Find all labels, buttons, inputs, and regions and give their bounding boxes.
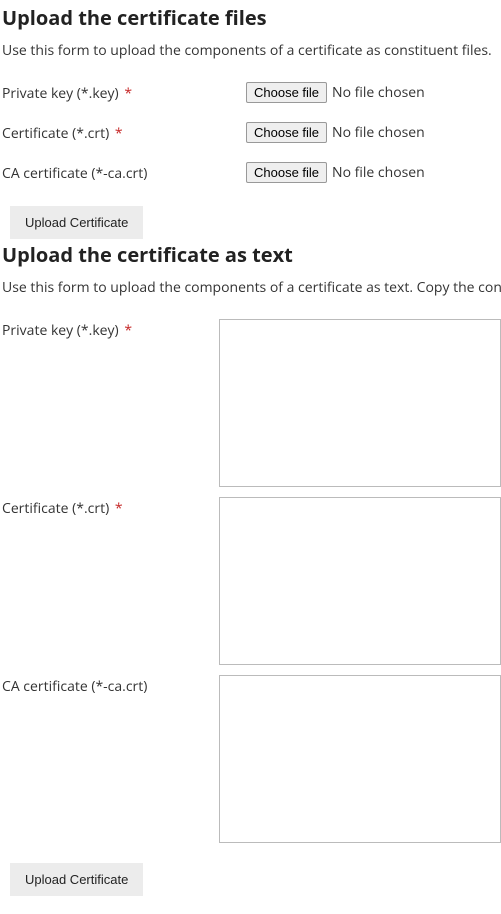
row-ca-certificate-text: CA certificate (*-ca.crt) [2,675,501,843]
upload-certificate-text-button[interactable]: Upload Certificate [10,863,143,896]
choose-file-private-key[interactable]: Choose file [246,82,327,103]
required-marker: * [124,84,132,103]
label-ca-certificate-file: CA certificate (*-ca.crt) [2,162,246,183]
textarea-ca-certificate[interactable] [219,675,501,843]
choose-file-certificate[interactable]: Choose file [246,122,327,143]
row-private-key-text: Private key (*.key) * [2,319,501,487]
row-certificate-text: Certificate (*.crt) * [2,497,501,665]
upload-certificate-files-button[interactable]: Upload Certificate [10,206,143,239]
row-certificate-file: Certificate (*.crt) * Choose file No fil… [2,122,501,146]
section-files-description: Use this form to upload the components o… [2,41,501,60]
label-private-key-text: Private key (*.key) * [2,319,219,340]
required-marker: * [115,499,123,518]
required-marker: * [115,124,123,143]
row-ca-certificate-file: CA certificate (*-ca.crt) Choose file No… [2,162,501,186]
label-certificate-text: Certificate (*.crt) * [2,497,219,518]
section-text-description: Use this form to upload the components o… [2,278,501,297]
file-input-ca-certificate: Choose file No file chosen [246,162,425,183]
file-input-certificate: Choose file No file chosen [246,122,425,143]
section-text-heading: Upload the certificate as text [2,241,501,268]
label-ca-certificate-text: CA certificate (*-ca.crt) [2,675,219,696]
file-status-private-key: No file chosen [332,83,425,102]
section-files-heading: Upload the certificate files [2,4,501,31]
textarea-private-key[interactable] [219,319,501,487]
file-status-certificate: No file chosen [332,123,425,142]
file-input-private-key: Choose file No file chosen [246,82,425,103]
file-status-ca-certificate: No file chosen [332,163,425,182]
required-marker: * [124,321,132,340]
textarea-certificate[interactable] [219,497,501,665]
row-private-key-file: Private key (*.key) * Choose file No fil… [2,82,501,106]
label-certificate-file: Certificate (*.crt) * [2,122,246,143]
label-private-key-file: Private key (*.key) * [2,82,246,103]
choose-file-ca-certificate[interactable]: Choose file [246,162,327,183]
